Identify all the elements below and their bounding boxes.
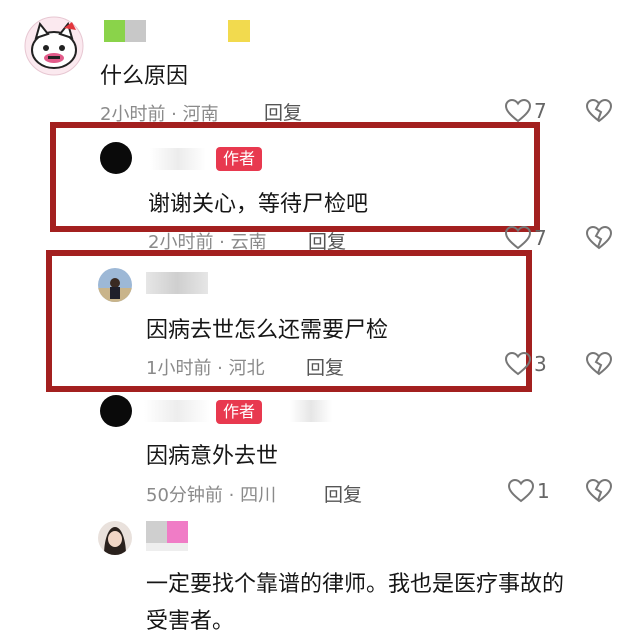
like-count: 7 (534, 99, 547, 123)
comment-text: 什么原因 (100, 64, 189, 89)
meta-separator: · (222, 485, 241, 506)
username-blurred-extra (228, 20, 250, 42)
avatar[interactable] (100, 395, 132, 427)
comment-text: 因病去世怎么还需要尸检 (146, 318, 389, 343)
meta-separator: · (211, 358, 229, 379)
username-blurred-extra (146, 543, 188, 551)
avatar[interactable] (100, 142, 132, 174)
heart-outline-icon (505, 226, 531, 250)
comment-meta: 50分钟前 · 四川 (146, 481, 276, 507)
dislike-button[interactable] (585, 478, 613, 507)
comment-time: 1小时前 (146, 358, 212, 379)
comment-text-line2: 受害者。 (146, 609, 235, 634)
username-blurred[interactable] (146, 272, 208, 294)
comment-text: 一定要找个靠谱的律师。我也是医疗事故的 (146, 572, 565, 597)
username-blurred[interactable] (150, 148, 206, 170)
like-count: 1 (537, 479, 550, 503)
reply-button[interactable]: 回复 (324, 480, 362, 507)
dislike-button[interactable] (585, 98, 613, 127)
heart-outline-icon (505, 99, 531, 123)
reply-button[interactable]: 回复 (306, 353, 344, 380)
username-blurred-extra (290, 400, 332, 422)
avatar[interactable] (98, 521, 132, 555)
comment-time: 50分钟前 (146, 485, 223, 506)
broken-heart-icon (585, 351, 613, 376)
comment-text: 谢谢关心，等待尸检吧 (148, 192, 369, 217)
username-blurred[interactable] (104, 20, 146, 42)
photo-avatar-icon (98, 521, 132, 555)
like-button[interactable]: 3 (505, 352, 547, 376)
username-blurred[interactable] (144, 400, 210, 422)
photo-avatar-icon (98, 268, 132, 302)
comment-location: 河北 (228, 358, 265, 379)
like-count: 7 (534, 226, 547, 250)
heart-outline-icon (508, 479, 534, 503)
broken-heart-icon (585, 478, 613, 503)
comment-meta: 1小时前 · 河北 (146, 354, 265, 380)
username-blurred[interactable] (146, 521, 188, 543)
heart-outline-icon (505, 352, 531, 376)
comment-location: 四川 (240, 485, 277, 506)
cartoon-cat-avatar-icon (24, 16, 84, 76)
dislike-button[interactable] (585, 225, 613, 254)
like-button[interactable]: 7 (505, 99, 547, 123)
reply-button[interactable]: 回复 (264, 98, 302, 125)
avatar[interactable] (24, 16, 84, 76)
like-button[interactable]: 7 (505, 226, 547, 250)
avatar[interactable] (98, 268, 132, 302)
broken-heart-icon (585, 225, 613, 250)
comment-text: 因病意外去世 (146, 444, 279, 469)
dislike-button[interactable] (585, 351, 613, 380)
author-badge: 作者 (216, 400, 263, 424)
like-button[interactable]: 1 (508, 479, 550, 503)
author-badge: 作者 (216, 147, 263, 171)
broken-heart-icon (585, 98, 613, 123)
like-count: 3 (534, 352, 547, 376)
